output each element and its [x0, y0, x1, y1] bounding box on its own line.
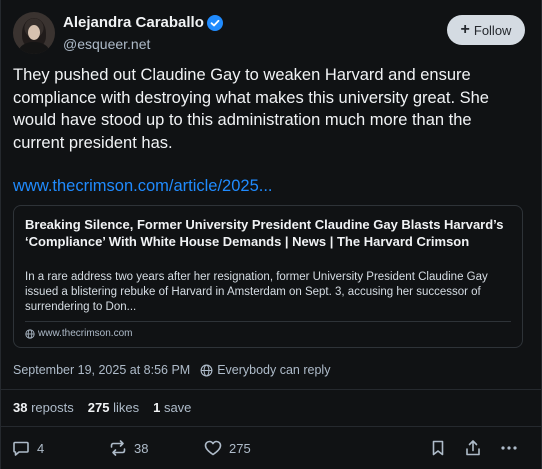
author-handle[interactable]: @esqueer.net [63, 36, 150, 53]
link-card-title: Breaking Silence, Former University Pres… [25, 217, 504, 249]
saves-stat: 1 save [153, 400, 192, 415]
heart-icon [204, 440, 222, 456]
bookmark-icon [432, 440, 444, 456]
reposts-stat[interactable]: 38 reposts [13, 399, 74, 417]
reply-setting[interactable]: Everybody can reply [217, 362, 330, 378]
divider [25, 321, 511, 322]
verified-check-icon[interactable] [207, 15, 223, 31]
link-card[interactable]: Breaking Silence, Former University Pres… [13, 205, 523, 348]
follow-button-label: Follow [473, 22, 512, 38]
bookmark-button[interactable] [428, 438, 448, 458]
divider [1, 389, 541, 390]
like-count: 275 [229, 440, 251, 456]
share-button[interactable] [463, 438, 483, 458]
post-meta: September 19, 2025 at 8:56 PM Everybody … [13, 362, 330, 378]
follow-button[interactable]: + Follow [447, 15, 525, 45]
plus-icon: + [460, 21, 470, 38]
reply-count: 4 [37, 440, 45, 456]
globe-icon [200, 364, 213, 376]
post-thread: Alejandra Caraballo @esqueer.net + Follo… [0, 0, 542, 469]
post-text: They pushed out Claudine Gay to weaken H… [13, 66, 489, 152]
post-timestamp: September 19, 2025 at 8:56 PM [13, 363, 191, 377]
reply-icon [13, 441, 29, 456]
globe-icon [25, 329, 35, 339]
link-card-domain: www.thecrimson.com [38, 328, 133, 339]
divider [1, 426, 541, 427]
more-icon [501, 446, 517, 450]
reply-button[interactable]: 4 [11, 438, 44, 458]
like-button[interactable]: 275 [203, 438, 251, 458]
more-options-button[interactable] [499, 438, 519, 458]
share-icon [466, 440, 480, 456]
repost-icon [110, 440, 126, 456]
likes-stat[interactable]: 275 likes [88, 399, 139, 417]
engagement-counts: 38 reposts 275 likes 1 save [13, 399, 191, 417]
repost-button[interactable]: 38 [108, 438, 148, 458]
post-link[interactable]: www.thecrimson.com/article/2025... [13, 175, 273, 197]
avatar[interactable] [13, 12, 55, 54]
link-card-domain-row: www.thecrimson.com [25, 327, 132, 341]
link-card-description: In a rare address two years after her re… [25, 271, 488, 313]
author-display-name[interactable]: Alejandra Caraballo [63, 14, 204, 32]
repost-count: 38 [134, 440, 149, 456]
